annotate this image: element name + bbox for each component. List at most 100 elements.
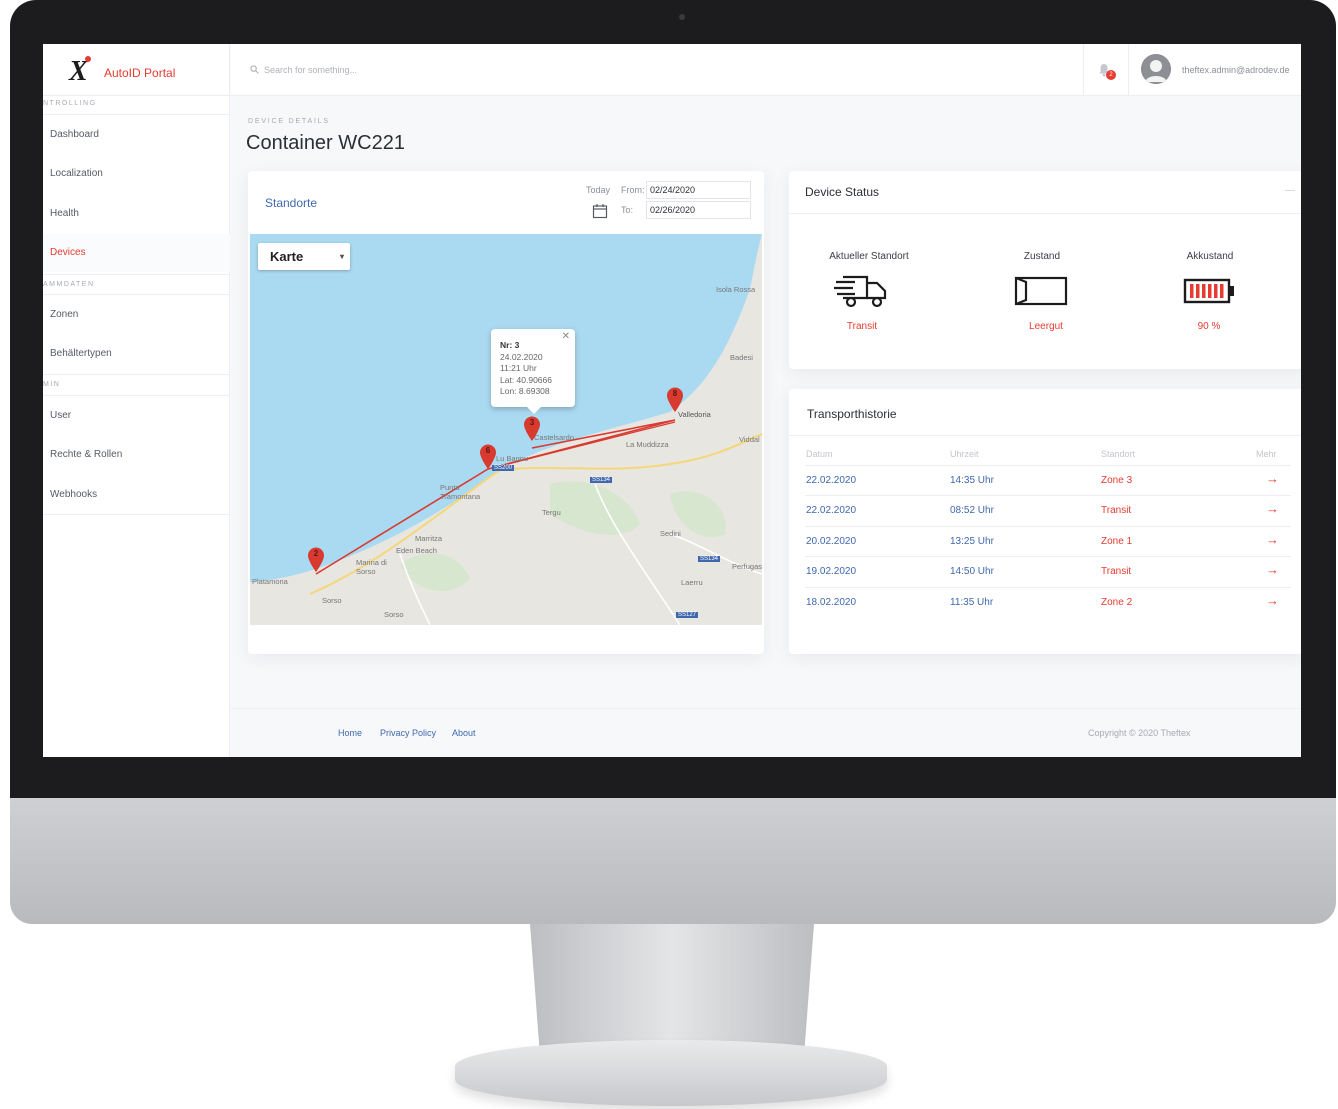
- search-input[interactable]: [264, 61, 584, 79]
- chevron-down-icon: ▾: [339, 252, 344, 261]
- map-marker-label: 2: [313, 549, 319, 558]
- road-shield: SS127: [676, 612, 699, 618]
- footer-link-about[interactable]: About: [452, 728, 476, 738]
- close-icon[interactable]: ✕: [562, 331, 570, 342]
- map-marker[interactable]: 2: [307, 547, 325, 573]
- card-divider: [789, 435, 1301, 436]
- user-email[interactable]: theftex.admin@adrodev.de: [1182, 65, 1290, 75]
- map-place-label: Viddal: [739, 435, 760, 444]
- map-place-label: Marina di Sorso: [356, 558, 387, 576]
- map-marker[interactable]: 3: [523, 416, 541, 442]
- top-bar: 2 theftex.admin@adrodev.de: [231, 44, 1301, 96]
- sidebar-item-dashboard[interactable]: Dashboard: [43, 116, 230, 154]
- breadcrumb: DEVICE DETAILS: [248, 118, 330, 125]
- map-place-label: Punta Tramontana: [440, 483, 481, 501]
- notifications-button[interactable]: 2: [1083, 44, 1129, 96]
- from-date-input[interactable]: [646, 181, 751, 199]
- sidebar-item-rechte-rollen[interactable]: Rechte & Rollen: [43, 436, 230, 474]
- cell-date: 22.02.2020: [806, 475, 857, 486]
- popup-date: 24.02.2020: [500, 351, 543, 362]
- table-row: 22.02.2020 14:35 Uhr Zone 3 →: [805, 465, 1291, 495]
- map-marker[interactable]: 6: [479, 444, 497, 470]
- map-place-label: Lu Bagnu: [496, 454, 529, 463]
- cell-location: Transit: [1101, 566, 1132, 577]
- status-location-value: Transit: [846, 321, 878, 332]
- road-shield: SS134: [698, 556, 721, 562]
- sidebar-item-user[interactable]: User: [43, 397, 230, 435]
- sidebar-item-health[interactable]: Health: [43, 195, 230, 233]
- brand-name: AutoID Portal: [104, 66, 176, 80]
- sidebar-divider: [43, 514, 230, 515]
- cell-time: 08:52 Uhr: [950, 505, 994, 516]
- popup-latitude: Lat: 40.90666: [500, 374, 552, 385]
- map-place-label: Sorso: [322, 596, 342, 605]
- locations-card-title: Standorte: [265, 196, 318, 210]
- sidebar-item-zonen[interactable]: Zonen: [43, 296, 230, 334]
- logo-accent-dot: [85, 56, 91, 62]
- monitor-chin: [10, 798, 1336, 924]
- sidebar: X AutoID Portal NTROLLING Dashboard Loca…: [43, 44, 230, 757]
- map-marker-popup: ✕ Nr: 3 24.02.2020 11:21 Uhr Lat: 40.906…: [491, 329, 575, 414]
- cell-time: 13:25 Uhr: [950, 536, 994, 547]
- notification-badge: 2: [1106, 70, 1116, 80]
- sidebar-item-webhooks[interactable]: Webhooks: [43, 476, 230, 514]
- arrow-right-icon[interactable]: →: [1266, 532, 1279, 547]
- cell-date: 22.02.2020: [806, 505, 857, 516]
- map-place-label: La Muddizza: [626, 440, 669, 449]
- page-title: Container WC221: [246, 132, 405, 154]
- from-label: From:: [621, 185, 645, 195]
- map-marker-label: 6: [485, 446, 491, 455]
- avatar[interactable]: [1141, 54, 1171, 84]
- sidebar-divider: [43, 294, 230, 295]
- more-icon[interactable]: —: [1285, 185, 1295, 196]
- cell-time: 11:35 Uhr: [950, 597, 994, 608]
- calendar-icon[interactable]: [592, 203, 608, 219]
- sidebar-item-devices[interactable]: Devices: [43, 234, 230, 272]
- footer-link-home[interactable]: Home: [338, 728, 362, 738]
- map-place-label: Marritza: [415, 534, 443, 543]
- cell-date: 20.02.2020: [806, 536, 857, 547]
- map-marker[interactable]: 8: [666, 387, 684, 413]
- monitor-stand-foot: [455, 1040, 887, 1106]
- map-place-label: Sorso: [384, 610, 404, 619]
- today-link[interactable]: Today: [586, 185, 610, 195]
- page-footer: Home Privacy Policy About Copyright © 20…: [231, 708, 1301, 757]
- map-place-label: Platamona: [252, 577, 288, 586]
- status-battery-value: 90 %: [1197, 321, 1221, 332]
- container-icon: [1014, 276, 1068, 306]
- map-view[interactable]: Isola Rossa Badesi Valledoria Viddal Cas…: [250, 234, 762, 625]
- arrow-right-icon[interactable]: →: [1266, 593, 1279, 608]
- footer-link-privacy[interactable]: Privacy Policy: [380, 728, 436, 738]
- app-screen: X AutoID Portal NTROLLING Dashboard Loca…: [43, 44, 1301, 757]
- brand-logo[interactable]: X AutoID Portal: [43, 44, 230, 96]
- popup-time: 11:21 Uhr: [500, 363, 537, 374]
- map-type-value: Karte: [270, 249, 304, 264]
- map-marker-label: 8: [672, 389, 678, 398]
- cell-location: Zone 2: [1101, 597, 1133, 608]
- arrow-right-icon[interactable]: →: [1266, 471, 1279, 486]
- device-status-title: Device Status: [805, 185, 880, 199]
- arrow-right-icon[interactable]: →: [1266, 562, 1279, 577]
- column-header-time: Uhrzeit: [950, 449, 979, 459]
- sidebar-item-localization[interactable]: Localization: [43, 155, 230, 193]
- table-row: 20.02.2020 13:25 Uhr Zone 1 →: [805, 526, 1291, 556]
- map-type-select[interactable]: Karte ▾: [258, 243, 350, 270]
- card-divider: [789, 213, 1301, 214]
- map-canvas: [250, 234, 762, 625]
- table-row: 19.02.2020 14:50 Uhr Transit →: [805, 556, 1291, 586]
- road-shield: SS134: [590, 477, 613, 483]
- map-place-label: Laerru: [681, 578, 703, 587]
- map-place-label: Tergu: [542, 508, 561, 517]
- popup-longitude: Lon: 8.69308: [500, 386, 550, 397]
- status-condition-title: Zustand: [1023, 251, 1061, 262]
- to-date-input[interactable]: [646, 201, 751, 219]
- sidebar-item-behaeltertypen[interactable]: Behältertypen: [43, 335, 230, 373]
- table-row: 18.02.2020 11:35 Uhr Zone 2 →: [805, 587, 1291, 617]
- map-place-label: Eden Beach: [396, 546, 437, 555]
- cell-time: 14:35 Uhr: [950, 475, 994, 486]
- status-condition-value: Leergut: [1029, 321, 1063, 332]
- sidebar-section-admin: MIN: [43, 381, 61, 388]
- cell-location: Transit: [1101, 505, 1132, 516]
- table-row: 22.02.2020 08:52 Uhr Transit →: [805, 495, 1291, 525]
- arrow-right-icon[interactable]: →: [1266, 501, 1279, 516]
